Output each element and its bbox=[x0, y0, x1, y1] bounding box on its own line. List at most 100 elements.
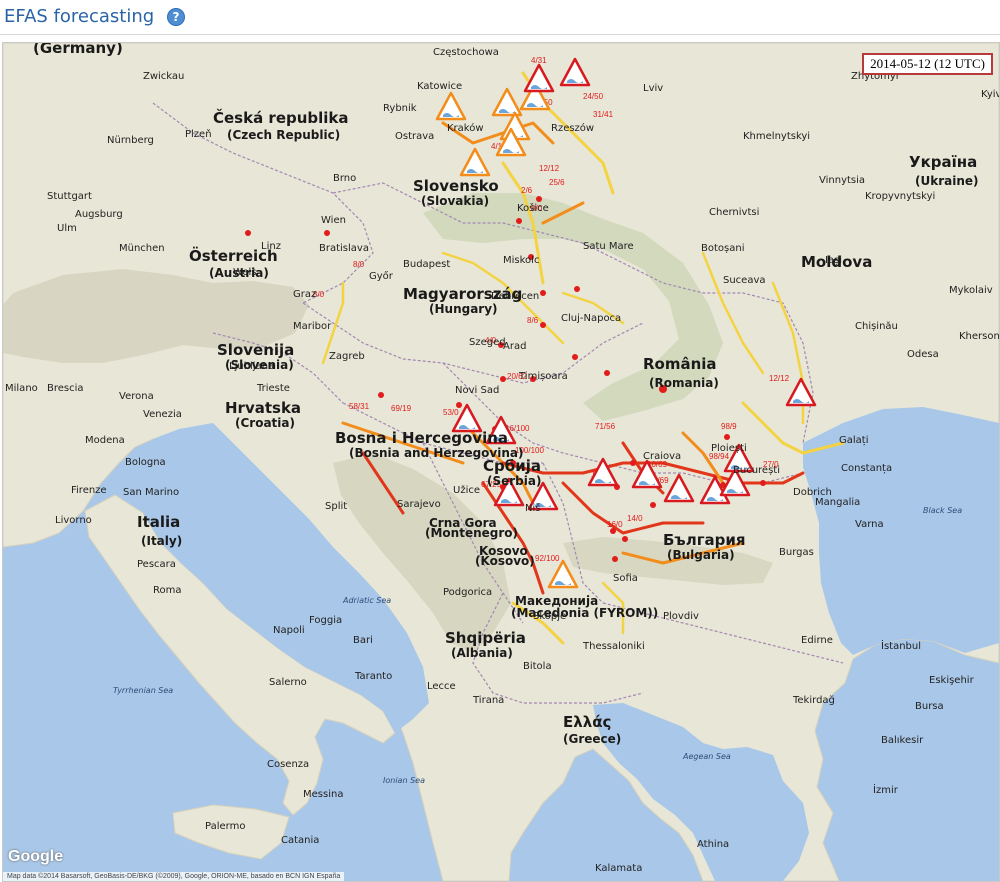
city-label: Sarajevo bbox=[397, 499, 441, 510]
country-label: Slovenija bbox=[217, 341, 294, 359]
city-label: Bratislava bbox=[319, 243, 369, 254]
city-label: Bursa bbox=[915, 701, 944, 712]
wl-label: 98/9 bbox=[721, 422, 737, 431]
country-sub-label: (Albania) bbox=[451, 646, 513, 660]
city-label: Khmelnytskyi bbox=[743, 131, 810, 142]
country-label: Србија bbox=[483, 457, 541, 475]
country-sub-label: (Czech Republic) bbox=[227, 128, 340, 142]
google-logo: Google bbox=[8, 848, 64, 865]
city-label: Napoli bbox=[273, 625, 305, 636]
city-label: Brescia bbox=[47, 383, 84, 394]
wl-label: 53/0 bbox=[443, 408, 459, 417]
city-label: Ploiești bbox=[711, 443, 747, 454]
city-label: Athina bbox=[697, 839, 729, 850]
city-label: Zagreb bbox=[329, 351, 365, 362]
city-label: Podgorica bbox=[443, 587, 492, 598]
city-label: Roma bbox=[153, 585, 182, 596]
city-label: Kyiv bbox=[981, 89, 999, 100]
map-viewport[interactable]: 4/31 4/50 24/50 31/41 4/19 12/12 2/6 25/… bbox=[2, 42, 1000, 882]
sea-label: Adriatic Sea bbox=[342, 596, 391, 605]
wl-label: 8/6 bbox=[527, 316, 539, 325]
city-label: Sofia bbox=[613, 573, 638, 584]
city-label: Szeged bbox=[469, 337, 506, 348]
city-label: Plzeň bbox=[185, 128, 212, 140]
city-label: Zwickau bbox=[143, 71, 184, 82]
city-label: Firenze bbox=[71, 485, 107, 496]
page-header: EFAS forecasting ? bbox=[0, 0, 1000, 35]
city-label: Vinnytsia bbox=[819, 175, 865, 186]
city-label: İzmir bbox=[873, 783, 899, 796]
wl-label: 14/0 bbox=[627, 514, 643, 523]
help-icon[interactable]: ? bbox=[167, 8, 185, 26]
city-label: Bari bbox=[353, 635, 373, 646]
country-sub-label: (Slovakia) bbox=[421, 194, 489, 208]
wl-label: 58/31 bbox=[349, 402, 370, 411]
country-sub-label: (Kosovo) bbox=[475, 554, 535, 568]
city-label: Galați bbox=[839, 435, 868, 446]
city-label: Odesa bbox=[907, 349, 939, 360]
city-label: Novi Sad bbox=[455, 385, 499, 396]
city-label: Tekirdağ bbox=[792, 694, 835, 706]
sea-label: Aegean Sea bbox=[682, 752, 731, 761]
country-label: Hrvatska bbox=[225, 399, 301, 417]
wl-label: 16/0 bbox=[607, 520, 623, 529]
city-label: Győr bbox=[369, 270, 394, 282]
city-label: Kalamata bbox=[595, 863, 642, 874]
city-label: Kropyvnytskyi bbox=[865, 191, 935, 202]
city-label: Venezia bbox=[143, 409, 182, 420]
city-label: Bologna bbox=[125, 457, 166, 468]
country-sub-label: (Serbia) bbox=[487, 474, 541, 488]
city-label: Stuttgart bbox=[47, 191, 92, 202]
city-label: Graz bbox=[293, 289, 316, 300]
city-label: Rzeszów bbox=[551, 122, 594, 134]
city-label: Mangalia bbox=[815, 497, 860, 508]
city-label: Botoșani bbox=[701, 243, 744, 254]
city-label: Mykolaiv bbox=[949, 285, 993, 296]
city-label: Timișoara bbox=[518, 371, 568, 382]
wl-label: 12/12 bbox=[769, 374, 790, 383]
page-title: EFAS forecasting bbox=[4, 6, 155, 27]
country-label: (Germany) bbox=[33, 43, 123, 57]
wl-label: 25/6 bbox=[549, 178, 565, 187]
city-label: Rybnik bbox=[383, 103, 417, 114]
country-label: Ελλάς bbox=[563, 713, 611, 731]
country-sub-label: (Croatia) bbox=[235, 416, 295, 430]
city-label: Edirne bbox=[801, 635, 833, 646]
city-label: Skopje bbox=[533, 611, 566, 622]
country-label: Italia bbox=[137, 513, 180, 531]
country-label: Česká republika bbox=[213, 108, 349, 127]
city-label: Lviv bbox=[643, 83, 663, 94]
sea-label: Ionian Sea bbox=[383, 776, 425, 785]
country-label: Shqipëria bbox=[445, 629, 526, 647]
city-label: Taranto bbox=[354, 671, 392, 682]
city-label: Lecce bbox=[427, 681, 456, 692]
city-label: București bbox=[733, 465, 780, 476]
city-label: Satu Mare bbox=[583, 241, 634, 252]
city-label: Messina bbox=[303, 789, 343, 800]
city-label: Pescara bbox=[137, 559, 176, 570]
city-label: Iași bbox=[825, 255, 842, 266]
city-label: München bbox=[119, 243, 165, 254]
city-label: Ostrava bbox=[395, 131, 434, 142]
sea-label: Black Sea bbox=[923, 506, 962, 515]
city-label: Kraków bbox=[447, 122, 484, 134]
country-label: Bosna i Hercegovina bbox=[335, 429, 508, 447]
map-attribution: Map data ©2014 Basarsoft, GeoBasis-DE/BK… bbox=[3, 872, 345, 881]
city-label: Niš bbox=[525, 502, 540, 514]
country-label: Slovensko bbox=[413, 177, 499, 195]
country-sub-label: (Greece) bbox=[563, 732, 621, 746]
city-label: Cosenza bbox=[267, 759, 309, 770]
city-label: Wien bbox=[321, 215, 346, 226]
city-label: Linz bbox=[261, 241, 281, 252]
city-label: Split bbox=[325, 501, 347, 512]
map-canvas[interactable]: 4/31 4/50 24/50 31/41 4/19 12/12 2/6 25/… bbox=[3, 43, 999, 881]
city-label: Craiova bbox=[643, 451, 681, 462]
city-label: Ljubljana bbox=[229, 361, 274, 372]
city-label: Thessaloniki bbox=[582, 641, 645, 652]
city-label: Trieste bbox=[256, 383, 290, 394]
country-sub-label: (Romania) bbox=[649, 376, 719, 390]
city-label: Kherson bbox=[959, 331, 999, 342]
city-label: Budapest bbox=[403, 259, 450, 270]
city-label: Balıkesir bbox=[881, 735, 924, 746]
wl-label: 92/100 bbox=[535, 554, 560, 563]
